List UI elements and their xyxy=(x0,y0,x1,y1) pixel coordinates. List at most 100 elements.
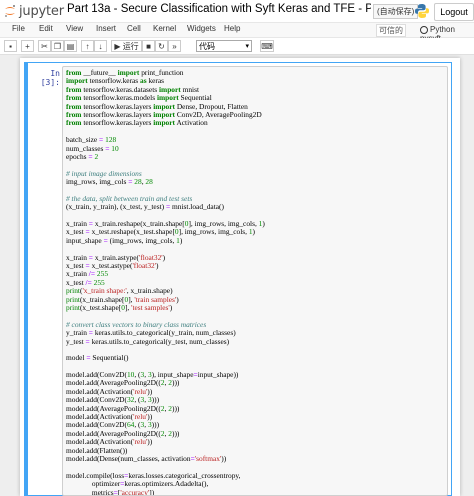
cell-type-value: 代码 xyxy=(199,42,215,51)
code-line: epochs = 2 xyxy=(66,151,265,161)
code-token: ) xyxy=(156,260,159,270)
code-token: ) xyxy=(162,252,166,262)
kernel-status-icon xyxy=(420,25,428,34)
chevron-down-icon: ▾ xyxy=(245,43,249,50)
code-token: model.add(Dense(num_classes, activation xyxy=(66,453,191,463)
menu-kernel[interactable]: Kernel xyxy=(153,24,176,33)
code-line: img_rows, img_cols = 28, 28 xyxy=(66,177,265,187)
menu-cell[interactable]: Cell xyxy=(127,24,141,33)
code-line: (x_train, y_train), (x_test, y_test) = m… xyxy=(66,203,265,211)
save-icon: ▪ xyxy=(9,42,12,51)
code-token: 'float32' xyxy=(132,260,157,270)
restart-button[interactable]: ↻ xyxy=(155,40,168,52)
code-line: input_shape = (img_rows, img_cols, 1) xyxy=(66,235,265,245)
code-line: metrics=['accuracy']) xyxy=(66,487,265,496)
code-token: ) xyxy=(252,227,255,237)
paste-icon: ▤ xyxy=(66,42,75,51)
code-token: ))) xyxy=(172,378,180,388)
jupyter-logo[interactable]: jupyter xyxy=(3,3,64,19)
code-token: ], img_rows, img_cols, xyxy=(178,227,249,237)
code-token: ) xyxy=(169,302,173,312)
code-content[interactable]: from __future__ import print_function imp… xyxy=(66,68,265,496)
plus-icon: + xyxy=(25,42,30,51)
notebook-title[interactable]: Part 13a - Secure Classification with Sy… xyxy=(67,3,371,15)
arrow-down-icon: ↓ xyxy=(98,42,103,51)
menu-help[interactable]: Help xyxy=(224,24,240,33)
menu-file[interactable]: File xyxy=(12,24,25,33)
code-token: input_shape xyxy=(66,235,104,245)
code-token: from xyxy=(66,118,82,128)
code-token: Sequential() xyxy=(90,353,129,363)
code-token: epochs xyxy=(66,151,89,161)
menu-insert[interactable]: Insert xyxy=(96,24,116,33)
save-button[interactable]: ▪ xyxy=(4,40,17,52)
code-token: 2 xyxy=(94,151,99,161)
paste-button[interactable]: ▤ xyxy=(64,40,77,52)
keyboard-icon: ⌨ xyxy=(261,42,273,51)
code-token: 'softmax' xyxy=(194,453,222,463)
code-line: model.add(Dense(num_classes, activation=… xyxy=(66,453,265,463)
copy-button[interactable]: ❐ xyxy=(51,40,64,52)
code-token: 10 xyxy=(111,143,119,153)
arrow-up-icon: ↑ xyxy=(85,42,90,51)
code-token: 28 xyxy=(145,177,153,187)
menubar: File Edit View Insert Cell Kernel Widget… xyxy=(0,23,474,43)
menu-view[interactable]: View xyxy=(66,24,83,33)
code-token: model xyxy=(66,353,87,363)
command-palette-button[interactable]: ⌨ xyxy=(260,40,274,52)
code-token: )) xyxy=(221,453,227,463)
code-token: keras.utils.to_categorical(y_test, num_c… xyxy=(89,336,230,346)
code-token: mnist.load_data() xyxy=(170,202,224,212)
code-token: import xyxy=(153,118,175,128)
code-editor[interactable]: from __future__ import print_function imp… xyxy=(62,66,448,496)
code-token: (img_rows, img_cols, xyxy=(107,235,177,245)
code-line: from tensorflow.keras.layers import Acti… xyxy=(66,119,265,127)
restart-icon: ↻ xyxy=(158,42,165,51)
code-token: 'test samples' xyxy=(131,302,170,312)
code-token: 'relu' xyxy=(133,437,148,447)
code-token: (x_test.shape[ xyxy=(79,302,122,312)
insert-cell-button[interactable]: + xyxy=(21,40,34,52)
scissors-icon: ✂ xyxy=(41,42,48,51)
menu-edit[interactable]: Edit xyxy=(39,24,53,33)
move-up-button[interactable]: ↑ xyxy=(81,40,94,52)
code-token: print xyxy=(66,302,80,312)
code-token: img_rows, img_cols xyxy=(66,177,129,187)
menu-widgets[interactable]: Widgets xyxy=(187,24,216,33)
logout-button[interactable]: Logout xyxy=(434,3,474,21)
restart-run-all-button[interactable]: » xyxy=(168,40,181,52)
code-token: 28 xyxy=(134,177,142,187)
code-token: y_test xyxy=(66,336,86,346)
trusted-indicator[interactable]: 可信的 xyxy=(376,24,406,37)
code-token: metrics xyxy=(66,487,114,496)
copy-icon: ❐ xyxy=(53,42,62,51)
code-token: (x_train, y_train), (x_test, y_test) xyxy=(66,202,166,212)
cut-button[interactable]: ✂ xyxy=(38,40,51,52)
run-button[interactable]: ▶ 运行 xyxy=(111,40,142,52)
code-line: print(x_test.shape[0], 'test samples') xyxy=(66,302,265,312)
code-token: input_shape)) xyxy=(197,370,239,380)
python-logo-icon xyxy=(414,3,430,19)
cell-type-select[interactable]: 代码 ▾ xyxy=(196,40,252,52)
fast-forward-icon: » xyxy=(172,42,177,51)
jupyter-logo-text: jupyter xyxy=(19,3,64,19)
code-token: ))) xyxy=(172,428,180,438)
code-token: ))) xyxy=(172,403,180,413)
code-cell[interactable]: In [3]: from __future__ import print_fun… xyxy=(24,62,452,496)
jupyter-logo-icon xyxy=(3,4,17,18)
notebook-container: In [3]: from __future__ import print_fun… xyxy=(20,58,460,496)
code-token: Activation xyxy=(175,118,208,128)
code-token: )) xyxy=(147,437,153,447)
move-down-button[interactable]: ↓ xyxy=(94,40,107,52)
code-token: ) xyxy=(179,235,183,245)
code-token: tensorflow.keras.layers xyxy=(81,118,154,128)
stop-icon: ■ xyxy=(146,42,151,51)
autosave-status: (自动保存) xyxy=(373,4,419,19)
code-line: y_test = keras.utils.to_categorical(y_te… xyxy=(66,336,265,346)
input-prompt: In [3]: xyxy=(40,69,60,87)
notebook-header: jupyter Part 13a - Secure Classification… xyxy=(0,0,474,23)
code-token: ) xyxy=(262,219,265,229)
interrupt-button[interactable]: ■ xyxy=(142,40,155,52)
code-token: ) xyxy=(176,294,179,304)
code-token: ]) xyxy=(149,487,155,496)
